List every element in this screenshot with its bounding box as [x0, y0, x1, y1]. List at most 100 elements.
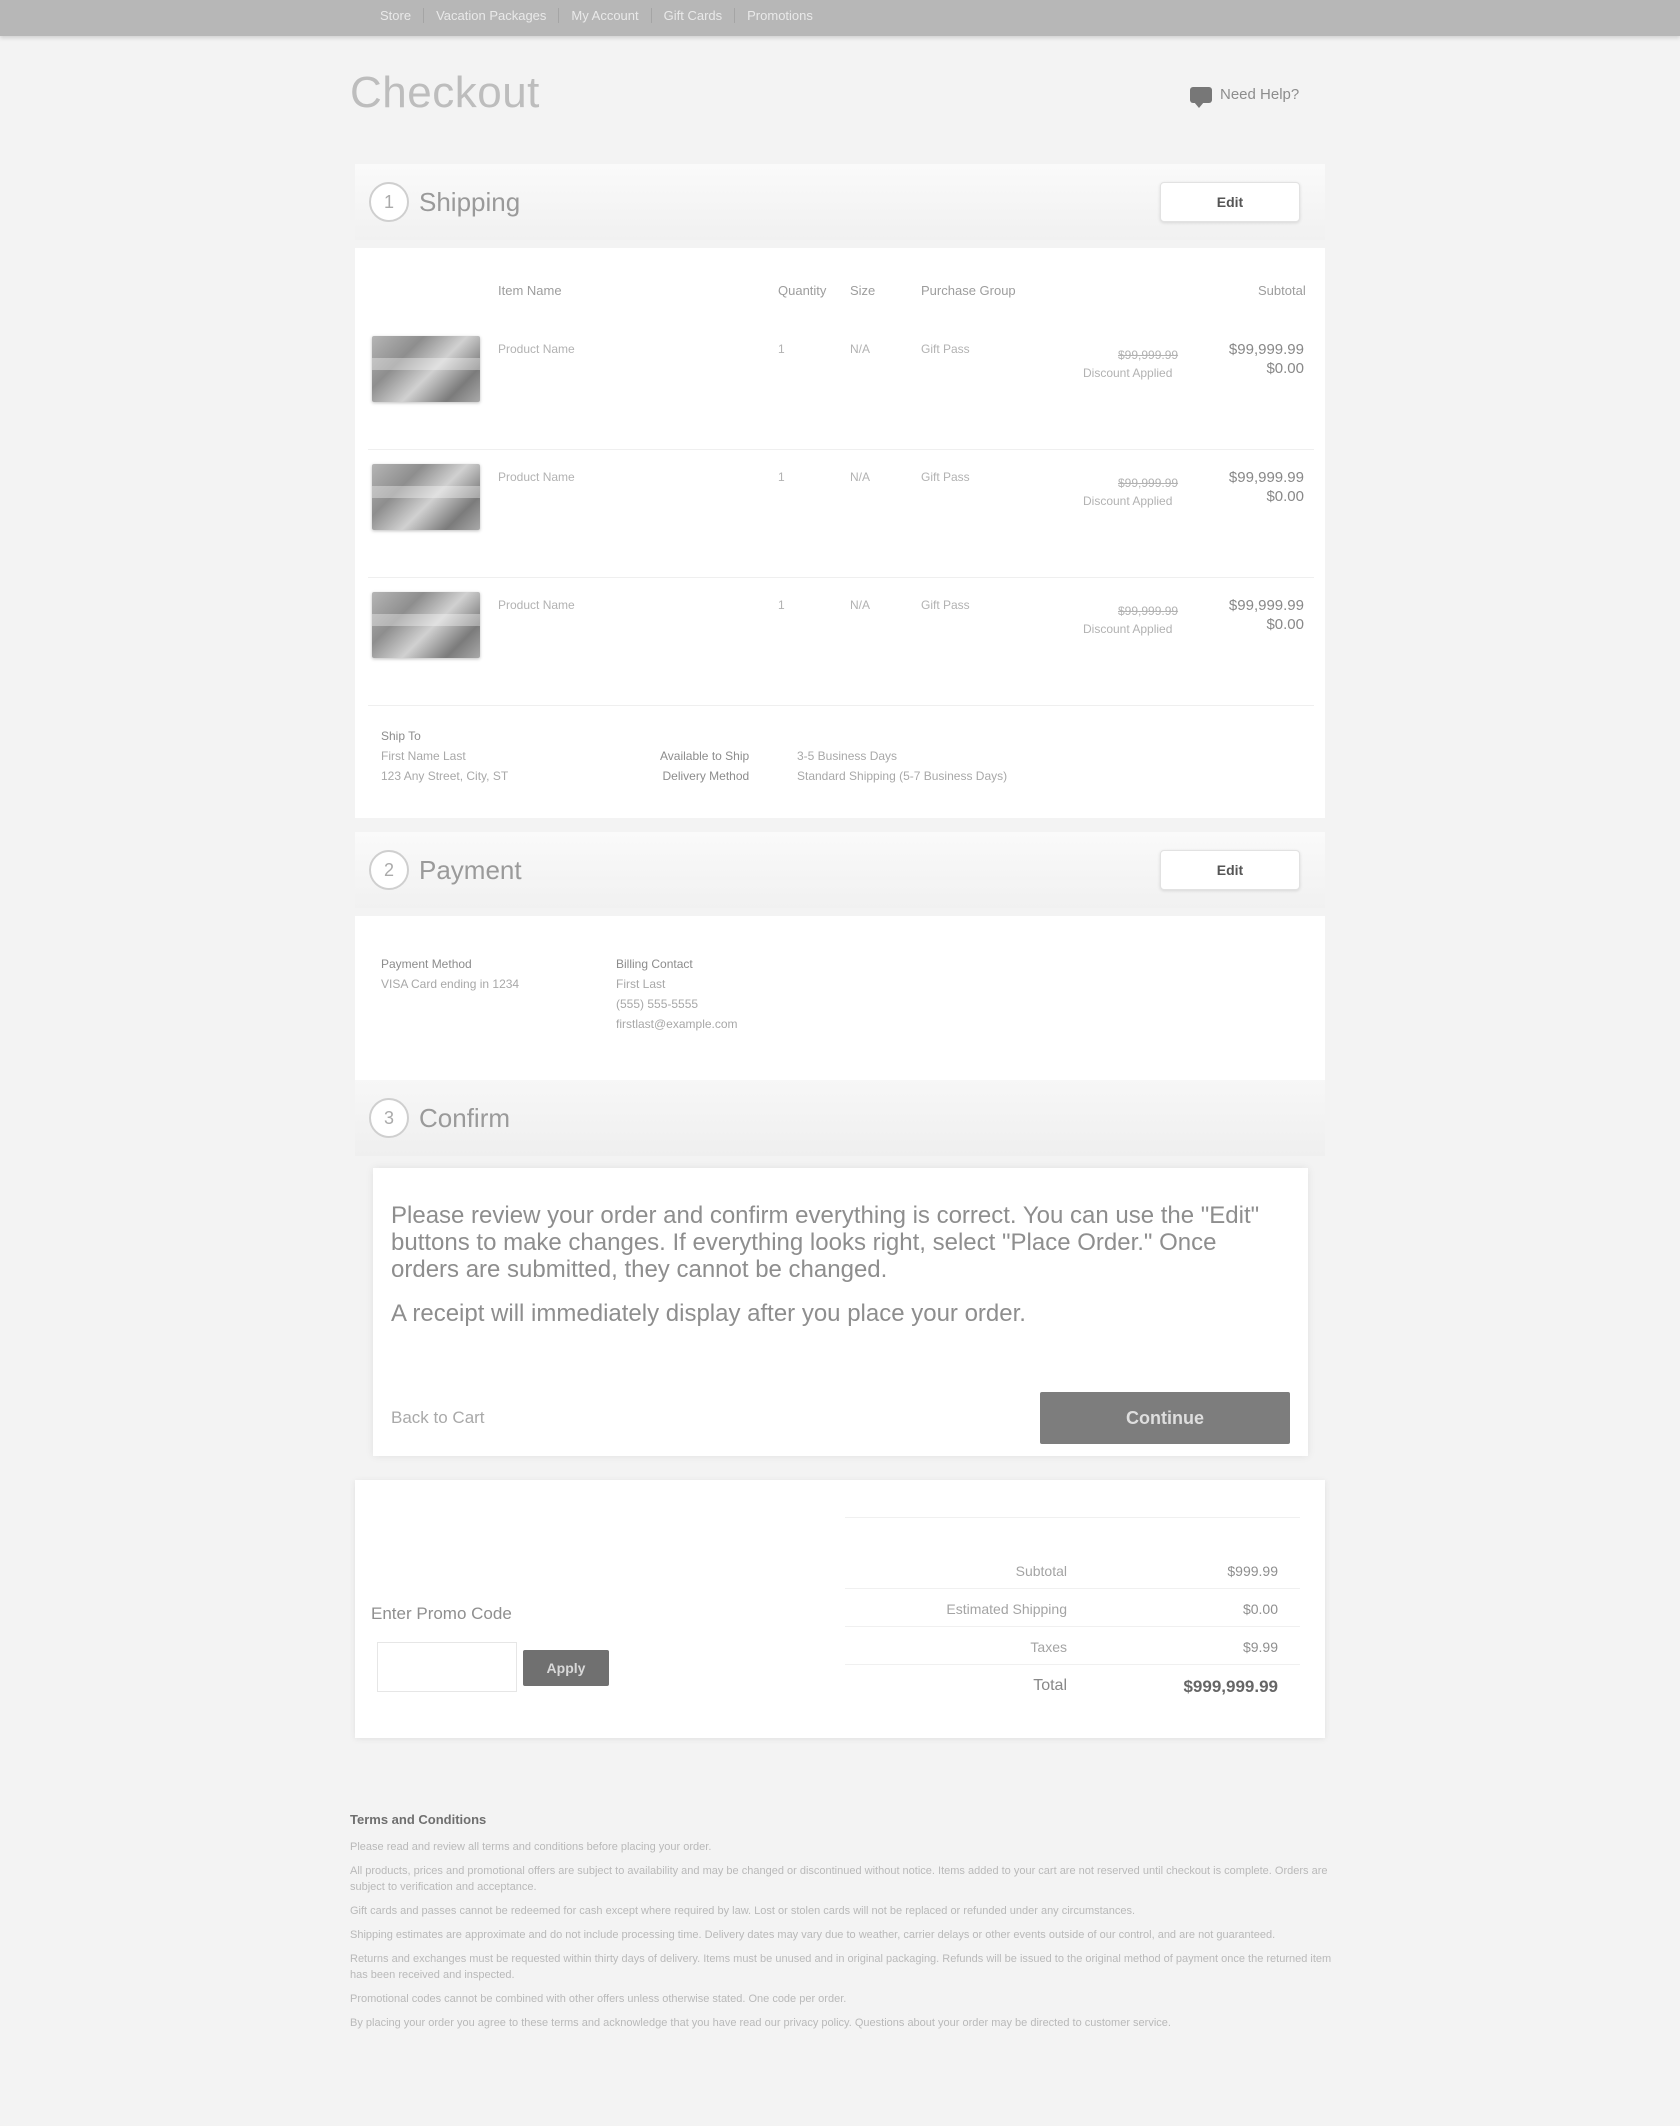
apply-promo-button[interactable]: Apply — [523, 1650, 609, 1686]
nav-item-gift-cards[interactable]: Gift Cards — [652, 7, 736, 23]
shipping-edit-button[interactable]: Edit — [1160, 182, 1300, 222]
billing-contact-label: Billing Contact — [616, 957, 693, 971]
product-thumbnail — [372, 592, 480, 658]
nav-item-promotions[interactable]: Promotions — [735, 8, 825, 23]
page-title: Checkout — [350, 68, 540, 117]
ship-to-label: Ship To — [381, 729, 421, 743]
col-header-size: Size — [850, 283, 876, 298]
item-name: Product Name — [498, 342, 575, 356]
summary-row-shipping: Estimated Shipping $0.00 — [845, 1589, 1300, 1627]
ship-to-name: First Name Last — [381, 749, 466, 763]
back-to-cart-link[interactable]: Back to Cart — [391, 1408, 485, 1428]
summary-total-value: $999,999.99 — [1183, 1677, 1278, 1696]
confirm-box: Please review your order and confirm eve… — [373, 1168, 1308, 1456]
item-price-sub: $0.00 — [1266, 616, 1304, 633]
nav-item-my-account[interactable]: My Account — [559, 7, 652, 23]
item-group: Gift Pass — [921, 342, 970, 356]
delivery-method-label: Delivery Method — [662, 769, 750, 783]
cart-item-row: Product Name 1 N/A Gift Pass $99,999.99 … — [368, 578, 1314, 706]
item-price: $99,999.99 $0.00 — [1229, 596, 1304, 634]
summary-row-subtotal: Subtotal $999.99 — [845, 1551, 1300, 1589]
summary-total-label: Total — [1033, 1677, 1067, 1694]
item-group: Gift Pass — [921, 470, 970, 484]
top-nav-bar: Store Vacation Packages My Account Gift … — [0, 0, 1680, 36]
shipping-method-labels: Available to Ship Delivery Method — [660, 746, 749, 786]
ship-to-address: 123 Any Street, City, ST — [381, 769, 509, 783]
product-thumbnail — [372, 336, 480, 402]
summary-shipping-value: $0.00 — [1242, 1601, 1278, 1617]
item-size: N/A — [850, 470, 871, 484]
shipping-step-number: 1 — [369, 182, 409, 222]
item-price-value: $99,999.99 — [1228, 469, 1304, 486]
item-group: Gift Pass — [921, 598, 970, 612]
item-price-sub: $0.00 — [1266, 488, 1304, 505]
confirm-section-title: Confirm — [419, 1102, 511, 1133]
terms-paragraph: Shipping estimates are approximate and d… — [350, 1929, 1276, 1941]
item-discount-note: Discount Applied — [1083, 622, 1173, 636]
item-discount-note: Discount Applied — [1083, 494, 1173, 508]
item-price-value: $99,999.99 — [1228, 341, 1304, 358]
confirm-section-header: 3 Confirm — [355, 1080, 1325, 1156]
summary-taxes-label: Taxes — [1030, 1639, 1067, 1655]
cart-item-row: Product Name 1 N/A Gift Pass $99,999.99 … — [368, 450, 1314, 578]
payment-panel — [355, 916, 1325, 1080]
chat-icon — [1190, 86, 1212, 108]
receipt-note: A receipt will immediately display after… — [391, 1300, 1026, 1327]
payment-method-block: Payment Method VISA Card ending in 1234 — [381, 954, 519, 994]
payment-edit-button[interactable]: Edit — [1160, 850, 1300, 890]
item-size: N/A — [850, 342, 871, 356]
continue-button[interactable]: Continue — [1040, 1392, 1290, 1444]
need-help-link[interactable]: Need Help? — [1190, 86, 1300, 108]
payment-section-header: 2 Payment Edit — [355, 832, 1325, 908]
item-discount-note: Discount Applied — [1083, 366, 1173, 380]
terms-title: Terms and Conditions — [350, 1812, 487, 1827]
item-original-price: $99,999.99 — [1118, 348, 1179, 362]
item-quantity: 1 — [778, 470, 785, 484]
terms-paragraph: Promotional codes cannot be combined wit… — [350, 1993, 847, 2005]
terms-paragraph: By placing your order you agree to these… — [350, 2017, 1171, 2029]
delivery-method-value: Standard Shipping (5-7 Business Days) — [797, 769, 1008, 783]
confirm-step-number: 3 — [369, 1098, 409, 1138]
col-header-quantity: Quantity — [778, 283, 827, 298]
shipping-section-title: Shipping — [419, 186, 521, 217]
confirm-message: Please review your order and confirm eve… — [391, 1202, 1260, 1283]
terms-paragraph: Returns and exchanges must be requested … — [350, 1953, 1332, 1981]
terms-and-conditions: Terms and Conditions Please read and rev… — [350, 1812, 1332, 2039]
summary-subtotal-value: $999.99 — [1227, 1563, 1278, 1579]
billing-contact-block: Billing Contact First Last (555) 555-555… — [616, 954, 738, 1034]
col-header-subtotal: Subtotal — [1258, 283, 1306, 298]
item-price: $99,999.99 $0.00 — [1229, 468, 1304, 506]
product-thumbnail — [372, 464, 480, 530]
col-header-purchase-group: Purchase Group — [921, 283, 1016, 298]
promo-code-label: Enter Promo Code — [371, 1604, 512, 1623]
payment-step-number: 2 — [369, 850, 409, 890]
summary-row-taxes: Taxes $9.99 — [845, 1627, 1300, 1665]
billing-name: First Last — [616, 977, 666, 991]
terms-paragraph: Please read and review all terms and con… — [350, 1841, 712, 1853]
item-size: N/A — [850, 598, 871, 612]
item-name: Product Name — [498, 470, 575, 484]
summary-row-subtotal — [845, 1480, 1300, 1518]
item-original-price: $99,999.99 — [1118, 476, 1179, 490]
promo-code-input[interactable] — [377, 1642, 517, 1692]
need-help-label: Need Help? — [1220, 86, 1300, 103]
terms-paragraph: Gift cards and passes cannot be redeemed… — [350, 1905, 1136, 1917]
billing-email: firstlast@example.com — [616, 1017, 738, 1031]
billing-phone: (555) 555-5555 — [616, 997, 699, 1011]
top-nav: Store Vacation Packages My Account Gift … — [368, 0, 825, 30]
item-quantity: 1 — [778, 598, 785, 612]
available-to-ship-label: Available to Ship — [660, 749, 750, 763]
nav-item-vacation-packages[interactable]: Vacation Packages — [424, 7, 560, 23]
summary-shipping-label: Estimated Shipping — [946, 1601, 1067, 1617]
item-name: Product Name — [498, 598, 575, 612]
terms-paragraph: All products, prices and promotional off… — [350, 1865, 1328, 1893]
item-price-value: $99,999.99 — [1228, 597, 1304, 614]
nav-item-store[interactable]: Store — [368, 7, 425, 23]
summary-subtotal-label: Subtotal — [1015, 1563, 1067, 1579]
payment-section-title: Payment — [419, 854, 522, 885]
shipping-section-header: 1 Shipping Edit — [355, 164, 1325, 240]
payment-method-label: Payment Method — [381, 957, 472, 971]
available-to-ship-value: 3-5 Business Days — [797, 749, 898, 763]
item-price: $99,999.99 $0.00 — [1229, 340, 1304, 378]
shipping-method-values: 3-5 Business Days Standard Shipping (5-7… — [797, 746, 1007, 786]
